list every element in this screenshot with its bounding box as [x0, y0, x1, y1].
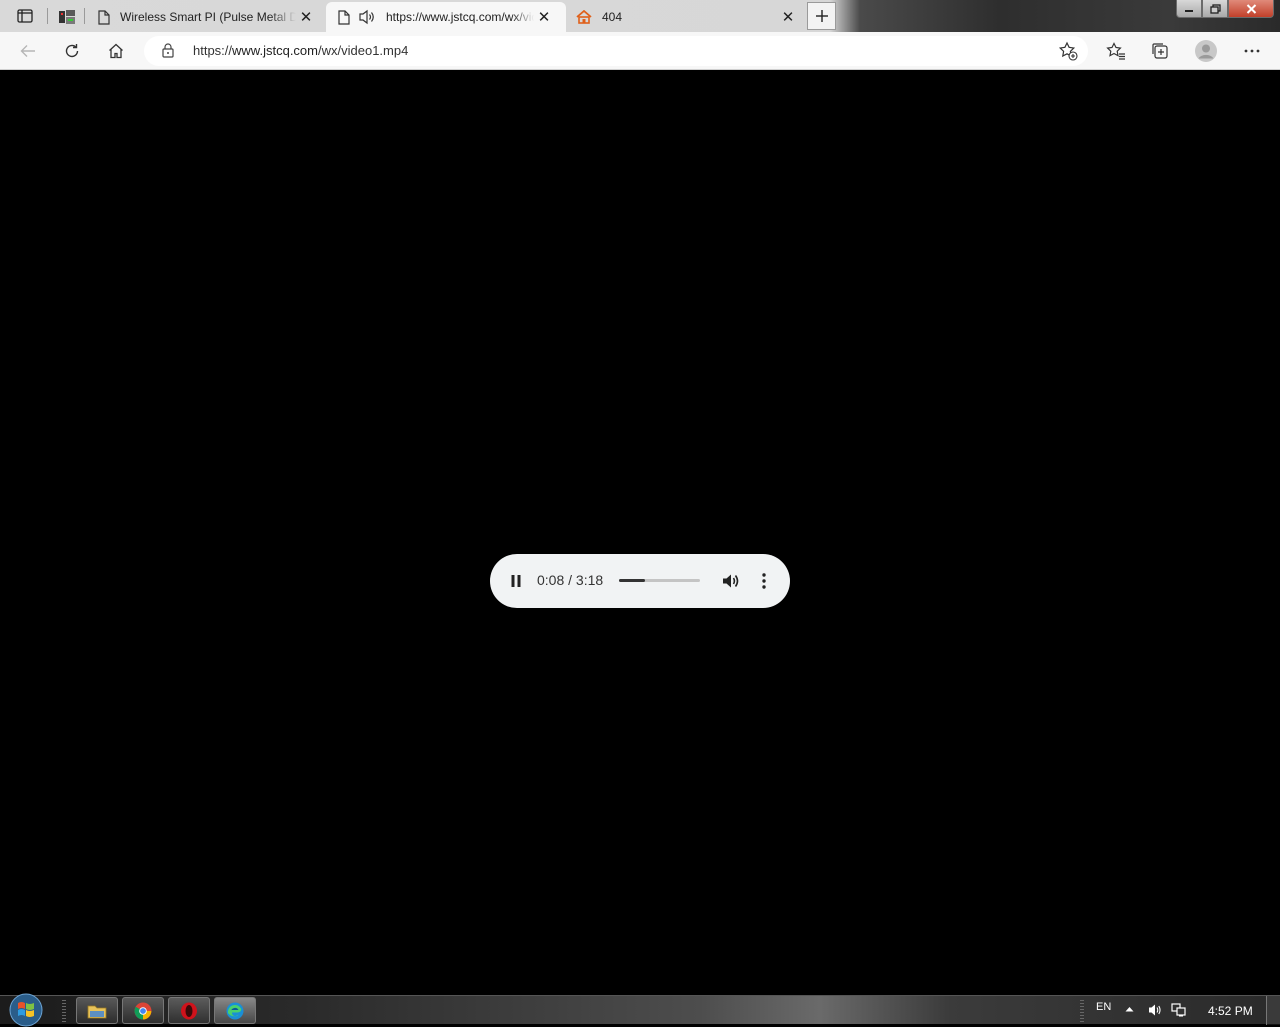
clock[interactable]: 4:52 PM [1208, 1004, 1253, 1018]
current-time: 0:08 [537, 572, 565, 588]
tab-wireless[interactable]: Wireless Smart PI (Pulse Metal De ✕ [88, 2, 324, 32]
taskbar-edge[interactable] [214, 997, 256, 1024]
more-horizontal-icon [1244, 49, 1260, 53]
taskbar-grip [62, 1000, 66, 1022]
volume-button[interactable] [721, 571, 741, 591]
tray-grip [1080, 1000, 1084, 1022]
refresh-icon [64, 43, 80, 59]
close-tab-icon[interactable]: ✕ [296, 7, 316, 27]
time-display: 0:08 / 3:18 [537, 572, 603, 588]
tab-actions-button[interactable] [8, 4, 42, 28]
url-path: /wx/video1.mp4 [318, 43, 409, 58]
close-icon [1246, 3, 1257, 14]
tab-title: Wireless Smart PI (Pulse Metal De [120, 10, 296, 24]
taskbar-opera[interactable] [168, 997, 210, 1024]
pause-button[interactable] [506, 571, 526, 591]
lock-icon[interactable] [162, 43, 174, 58]
taskbar-file-explorer[interactable] [76, 997, 118, 1024]
url-text[interactable]: https://www.jstcq.com/wx/video1.mp4 [193, 43, 408, 58]
restore-icon [1209, 3, 1221, 14]
address-bar[interactable]: https://www.jstcq.com/wx/video1.mp4 [144, 36, 1088, 66]
collections-icon [1151, 42, 1169, 60]
close-window-button[interactable] [1228, 0, 1274, 18]
restore-button[interactable] [1202, 0, 1228, 18]
back-arrow-icon [20, 44, 36, 58]
house-icon [576, 10, 592, 24]
media-viewport: 0:08 / 3:18 [0, 71, 1280, 995]
tab-video[interactable]: https://www.jstcq.com/wx/video1.mp4 ✕ [326, 2, 566, 32]
url-prefix: https:// [193, 43, 233, 58]
show-hidden-icons-icon[interactable] [1125, 1006, 1134, 1012]
home-icon [108, 43, 124, 59]
windows-logo-icon [9, 993, 43, 1027]
favorites-list-icon [1106, 42, 1126, 60]
back-button[interactable] [13, 36, 43, 66]
refresh-button[interactable] [57, 36, 87, 66]
minimize-icon [1184, 5, 1194, 13]
taskbar: EN 4:52 PM [0, 993, 1280, 1027]
tab-title: 404 [602, 10, 623, 24]
favorites-button[interactable] [1101, 36, 1131, 66]
browser-toolbar: https://www.jstcq.com/wx/video1.mp4 [0, 32, 1280, 70]
start-button[interactable] [8, 993, 44, 1027]
seek-progress [619, 579, 645, 582]
opera-icon [180, 1002, 198, 1020]
show-desktop-button[interactable] [1266, 996, 1280, 1025]
tab-separator [84, 8, 85, 24]
profile-button[interactable] [1191, 36, 1221, 66]
volume-icon [722, 573, 740, 589]
new-tab-button[interactable] [807, 2, 836, 30]
more-options-button[interactable] [754, 571, 774, 591]
network-icon[interactable] [1171, 1003, 1187, 1017]
language-indicator[interactable]: EN [1096, 1001, 1111, 1013]
folder-icon [87, 1003, 107, 1019]
tab-pinned[interactable] [54, 2, 80, 32]
tab-404[interactable]: 404 ✕ [568, 2, 804, 32]
close-tab-icon[interactable]: ✕ [778, 7, 798, 27]
edge-icon [226, 1002, 244, 1020]
tab-title: https://www.jstcq.com/wx/video1.mp4 [386, 10, 534, 24]
window-controls [1176, 0, 1274, 18]
page-icon [338, 9, 350, 25]
collections-button[interactable] [1145, 36, 1175, 66]
audio-player: 0:08 / 3:18 [490, 554, 790, 608]
time-separator: / [568, 572, 573, 588]
more-vertical-icon [762, 573, 766, 589]
minimize-button[interactable] [1176, 0, 1202, 18]
tab-strip: Wireless Smart PI (Pulse Metal De ✕ http… [0, 0, 1280, 32]
pause-icon [511, 575, 521, 587]
avatar-icon [1194, 39, 1218, 63]
taskbar-chrome[interactable] [122, 997, 164, 1024]
pinned-site-icon [58, 9, 76, 25]
plus-icon [815, 9, 829, 23]
duration: 3:18 [575, 572, 604, 588]
tab-audio-icon[interactable] [358, 9, 376, 25]
chrome-icon [134, 1002, 152, 1020]
speaker-icon[interactable] [1148, 1003, 1162, 1017]
tab-separator [47, 8, 48, 24]
settings-more-button[interactable] [1237, 36, 1267, 66]
seek-bar[interactable] [619, 579, 700, 582]
add-favorite-icon[interactable] [1058, 41, 1078, 61]
home-button[interactable] [101, 36, 131, 66]
tab-actions-icon [17, 9, 33, 23]
page-icon [98, 9, 110, 25]
url-host: www.jstcq.com [232, 43, 318, 58]
close-tab-icon[interactable]: ✕ [534, 7, 554, 27]
